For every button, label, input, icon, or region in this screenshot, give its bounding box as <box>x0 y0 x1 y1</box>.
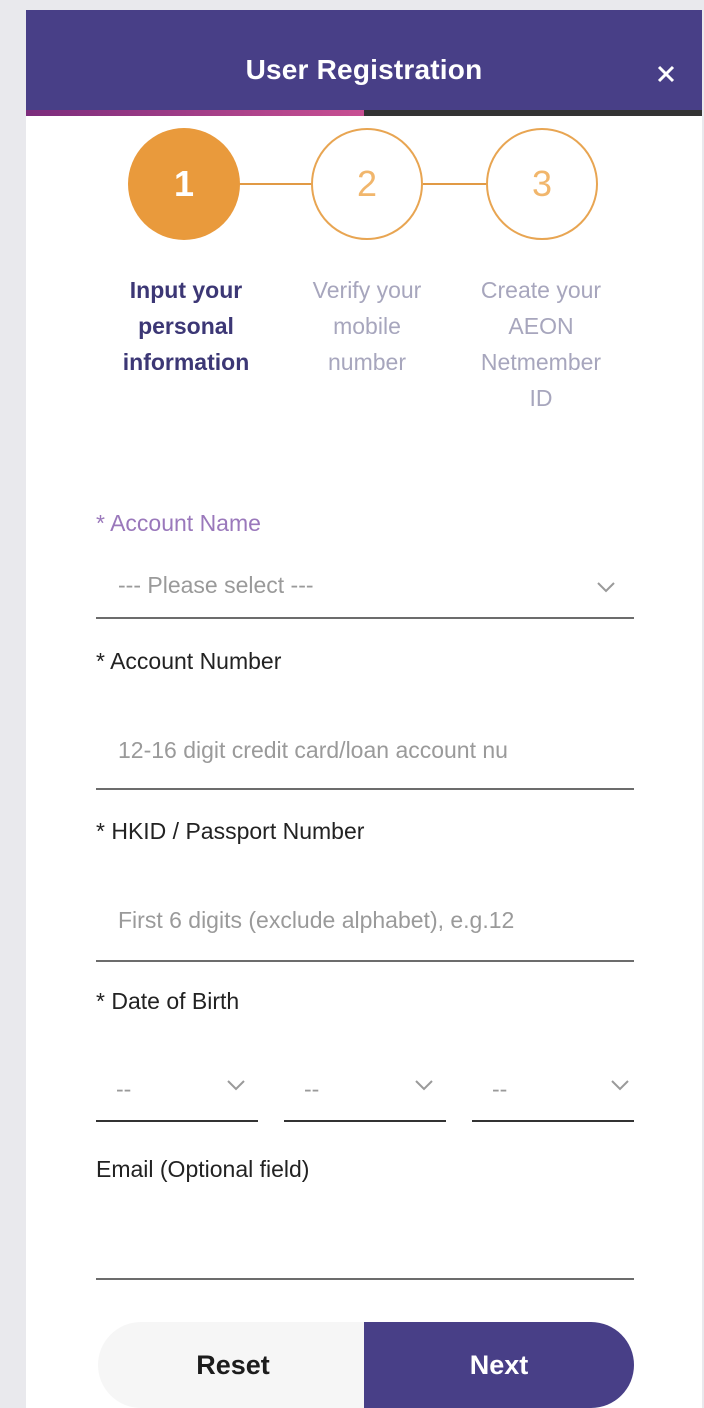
next-button[interactable]: Next <box>364 1322 634 1408</box>
step-3-circle: 3 <box>486 128 598 240</box>
registration-modal: User Registration 1 2 3 Input your perso… <box>26 10 702 1408</box>
step-2-label: Verify your mobile number <box>312 277 422 375</box>
dob-month-select[interactable]: -- <box>284 1062 446 1122</box>
step-1-circle: 1 <box>128 128 240 240</box>
step-1-label: Input your personal information <box>122 277 250 375</box>
step-2-circle: 2 <box>311 128 423 240</box>
account-name-underline <box>96 617 634 619</box>
account-number-underline <box>96 788 634 790</box>
dob-day-underline <box>96 1120 258 1122</box>
dob-label: * Date of Birth <box>96 988 240 1014</box>
step-3-label: Create your AEON Netmember ID <box>480 277 602 411</box>
dob-month-value: -- <box>304 1076 320 1102</box>
chevron-down-icon <box>597 582 615 593</box>
dob-year-value: -- <box>492 1076 508 1102</box>
dob-year-select[interactable]: -- <box>472 1062 634 1122</box>
hkid-input[interactable] <box>96 900 616 940</box>
dob-month-underline <box>284 1120 446 1122</box>
chevron-down-icon <box>415 1080 433 1091</box>
account-number-input[interactable] <box>96 730 616 770</box>
step-connector <box>423 183 489 185</box>
chevron-down-icon <box>227 1080 245 1091</box>
dob-year-underline <box>472 1120 634 1122</box>
dob-day-value: -- <box>116 1076 132 1102</box>
reset-button[interactable]: Reset <box>98 1322 368 1408</box>
email-underline <box>96 1278 634 1280</box>
hkid-label: * HKID / Passport Number <box>96 818 365 844</box>
account-name-value: --- Please select --- <box>118 572 314 598</box>
registration-stepper: 1 2 3 Input your personal information Ve… <box>26 10 702 470</box>
hkid-underline <box>96 960 634 962</box>
email-label: Email (Optional field) <box>96 1156 310 1182</box>
account-name-select[interactable]: --- Please select --- <box>96 566 634 618</box>
account-name-label: * Account Name <box>96 510 261 536</box>
email-input[interactable] <box>96 1222 616 1262</box>
account-number-label: * Account Number <box>96 648 282 674</box>
chevron-down-icon <box>611 1080 629 1091</box>
dob-day-select[interactable]: -- <box>96 1062 258 1122</box>
